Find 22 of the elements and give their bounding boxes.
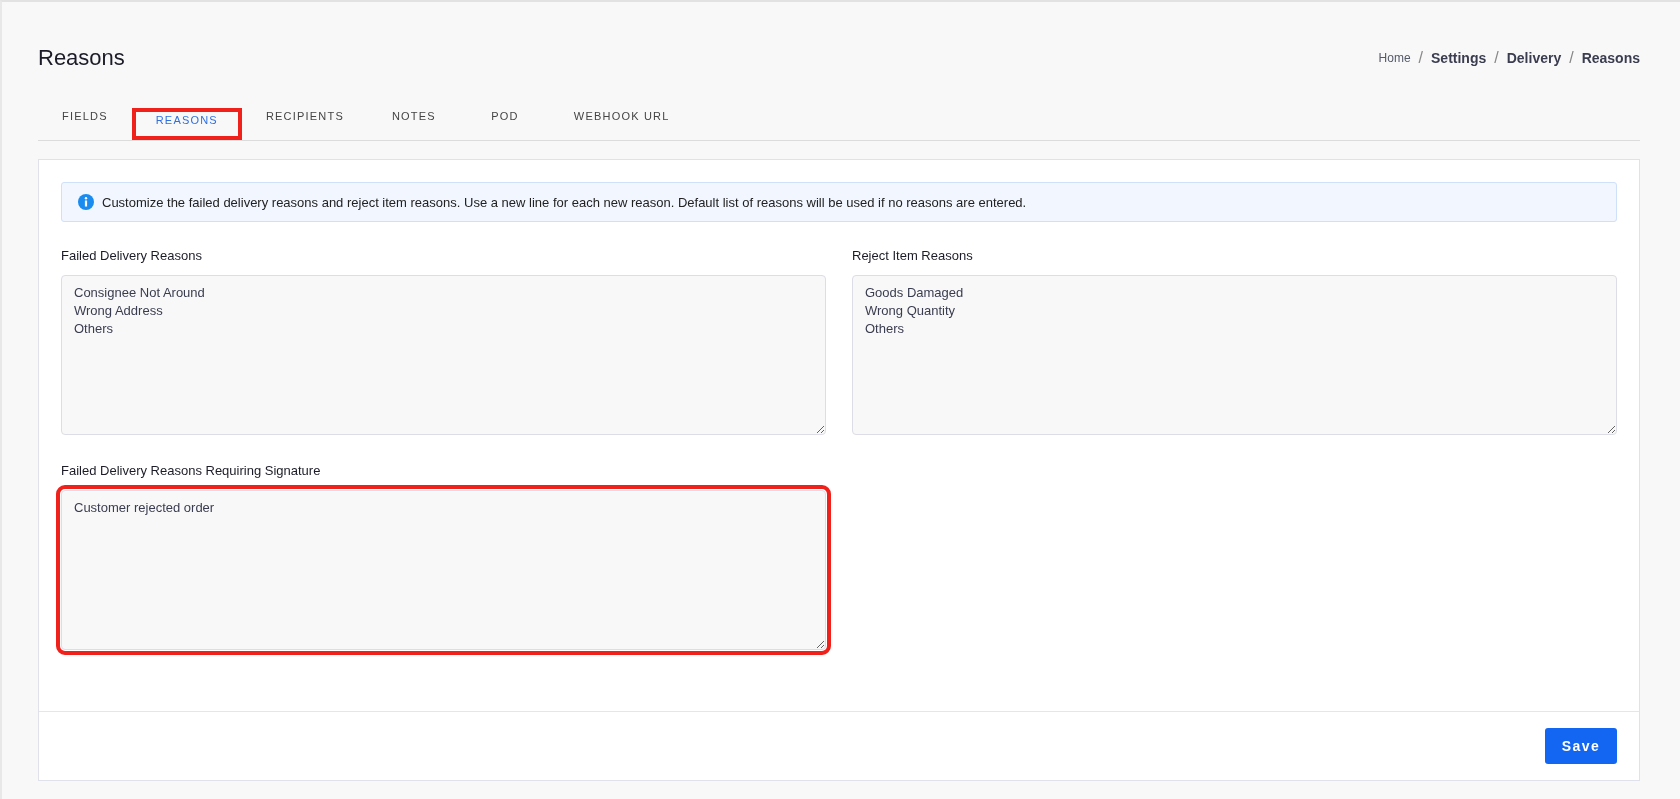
tab[interactable]: WEBHOOK URL	[549, 108, 694, 140]
tab[interactable]: REASONS	[131, 108, 242, 140]
breadcrumb-item[interactable]: Delivery	[1506, 50, 1562, 66]
save-button[interactable]: Save	[1545, 728, 1617, 764]
reasons-textarea[interactable]: Consignee Not Around Wrong Address Others	[61, 275, 826, 435]
page-title: Reasons	[38, 45, 125, 71]
reasons-textarea[interactable]: Goods Damaged Wrong Quantity Others	[852, 275, 1617, 435]
breadcrumb-item[interactable]: Home	[1378, 51, 1411, 65]
breadcrumb-separator: /	[1569, 49, 1574, 67]
field-label: Reject Item Reasons	[852, 248, 974, 263]
field-label: Failed Delivery Reasons	[61, 248, 203, 263]
tab[interactable]: POD	[459, 108, 550, 140]
info-icon	[78, 194, 94, 210]
field-label: Failed Delivery Reasons Requiring Signature	[61, 463, 322, 478]
breadcrumb-separator: /	[1494, 49, 1499, 67]
info-text: Customize the failed delivery reasons and reject item reasons. Use a new line for each new reason. Default list of reasons will be used if no reasons are entered.	[102, 194, 1027, 210]
breadcrumb-item[interactable]: Reasons	[1581, 50, 1640, 66]
tab[interactable]: NOTES	[367, 108, 460, 140]
breadcrumb-item[interactable]: Settings	[1431, 50, 1487, 66]
tab[interactable]: FIELDS	[38, 108, 132, 140]
breadcrumb-separator: /	[1418, 49, 1423, 67]
tab[interactable]: RECIPIENTS	[241, 108, 368, 140]
